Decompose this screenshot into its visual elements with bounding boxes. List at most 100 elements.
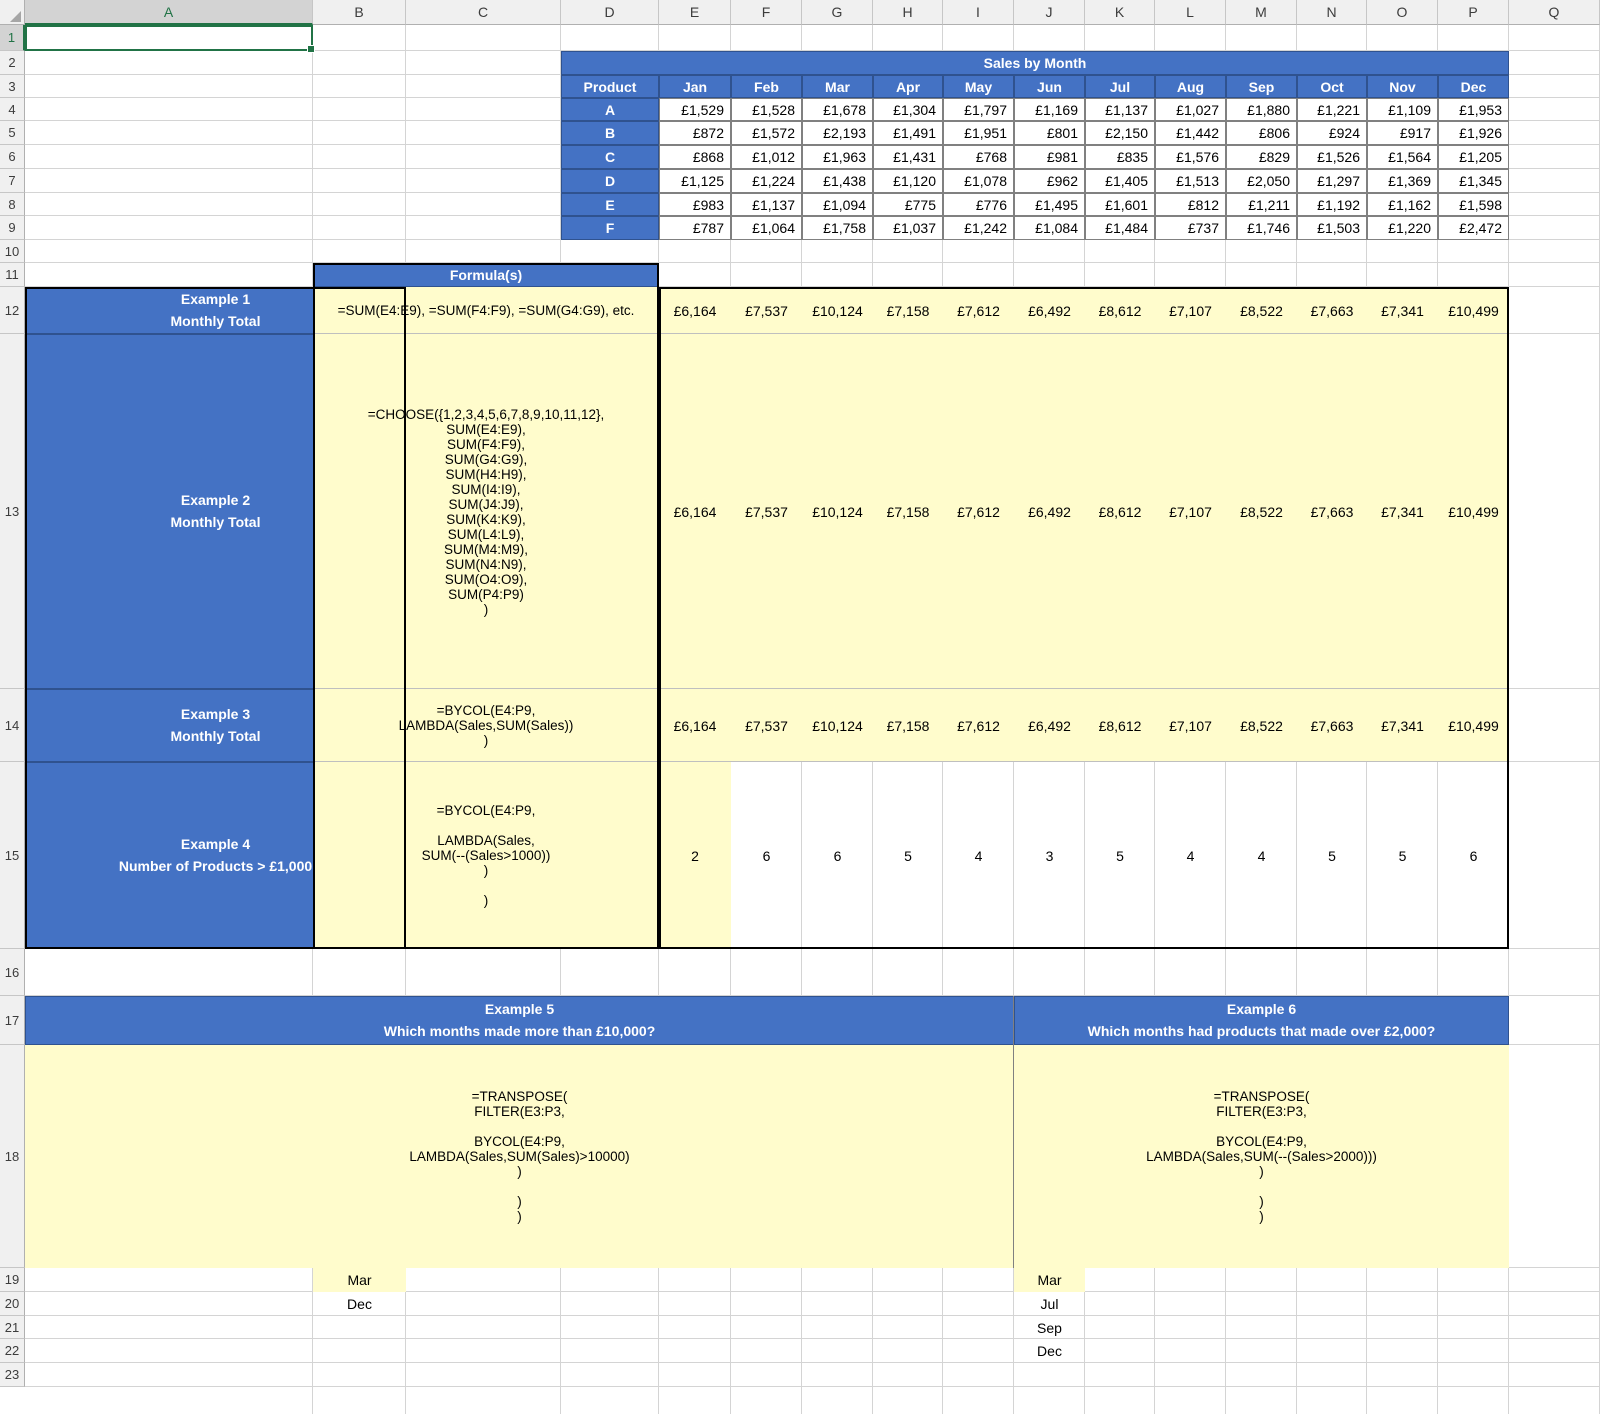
sales-cell[interactable]: £737 bbox=[1155, 216, 1226, 240]
sales-cell[interactable]: £1,572 bbox=[731, 121, 802, 145]
example-2-result[interactable]: £6,492 bbox=[1014, 334, 1085, 689]
sales-cell[interactable]: £1,221 bbox=[1297, 98, 1367, 121]
example-5-formula[interactable]: =TRANSPOSE( FILTER(E3:P3, BYCOL(E4:P9, L… bbox=[25, 1045, 1014, 1268]
sales-cell[interactable]: £1,297 bbox=[1297, 169, 1367, 193]
example-4-result[interactable]: 6 bbox=[802, 762, 873, 949]
sales-cell[interactable]: £1,169 bbox=[1014, 98, 1085, 121]
example-4-result[interactable]: 3 bbox=[1014, 762, 1085, 949]
example-4-result[interactable]: 4 bbox=[1226, 762, 1297, 949]
example-6-result[interactable]: Dec bbox=[1014, 1339, 1085, 1363]
sales-cell[interactable]: £1,242 bbox=[943, 216, 1014, 240]
spreadsheet-canvas[interactable]: ABCDEFGHIJKLMNOPQ12345678910111213141516… bbox=[0, 0, 1600, 1414]
select-all-corner[interactable] bbox=[0, 0, 25, 25]
example-4-result[interactable]: 6 bbox=[731, 762, 802, 949]
sales-cell[interactable]: £1,880 bbox=[1226, 98, 1297, 121]
sales-cell[interactable]: £776 bbox=[943, 193, 1014, 216]
sales-cell[interactable]: £806 bbox=[1226, 121, 1297, 145]
example-2-result[interactable]: £7,612 bbox=[943, 334, 1014, 689]
sales-cell[interactable]: £829 bbox=[1226, 145, 1297, 169]
sales-cell[interactable]: £1,963 bbox=[802, 145, 873, 169]
example-3-formula[interactable]: =BYCOL(E4:P9, LAMBDA(Sales,SUM(Sales)) ) bbox=[313, 689, 659, 762]
sales-cell[interactable]: £1,442 bbox=[1155, 121, 1226, 145]
example-3-result[interactable]: £8,522 bbox=[1226, 689, 1297, 762]
sales-cell[interactable]: £1,797 bbox=[943, 98, 1014, 121]
sales-cell[interactable]: £917 bbox=[1367, 121, 1438, 145]
example-3-result[interactable]: £10,499 bbox=[1438, 689, 1509, 762]
sales-cell[interactable]: £1,513 bbox=[1155, 169, 1226, 193]
example-3-result[interactable]: £7,341 bbox=[1367, 689, 1438, 762]
sales-cell[interactable]: £768 bbox=[943, 145, 1014, 169]
sales-cell[interactable]: £1,137 bbox=[1085, 98, 1155, 121]
sales-cell[interactable]: £1,109 bbox=[1367, 98, 1438, 121]
sales-cell[interactable]: £1,529 bbox=[659, 98, 731, 121]
sales-cell[interactable]: £2,193 bbox=[802, 121, 873, 145]
example-6-result[interactable]: Mar bbox=[1014, 1268, 1085, 1292]
example-3-result[interactable]: £7,663 bbox=[1297, 689, 1367, 762]
example-1-result[interactable]: £6,492 bbox=[1014, 287, 1085, 334]
sales-cell[interactable]: £2,050 bbox=[1226, 169, 1297, 193]
example-6-formula[interactable]: =TRANSPOSE( FILTER(E3:P3, BYCOL(E4:P9, L… bbox=[1014, 1045, 1509, 1268]
example-3-result[interactable]: £8,612 bbox=[1085, 689, 1155, 762]
example-2-result[interactable]: £6,164 bbox=[659, 334, 731, 689]
sales-cell[interactable]: £1,137 bbox=[731, 193, 802, 216]
sales-cell[interactable]: £1,951 bbox=[943, 121, 1014, 145]
example-4-formula[interactable]: =BYCOL(E4:P9, LAMBDA(Sales, SUM(--(Sales… bbox=[313, 762, 659, 949]
sales-cell[interactable]: £1,678 bbox=[802, 98, 873, 121]
example-4-result[interactable]: 5 bbox=[1085, 762, 1155, 949]
example-2-result[interactable]: £7,537 bbox=[731, 334, 802, 689]
sales-cell[interactable]: £1,528 bbox=[731, 98, 802, 121]
sales-cell[interactable]: £1,484 bbox=[1085, 216, 1155, 240]
example-2-result[interactable]: £8,612 bbox=[1085, 334, 1155, 689]
example-3-result[interactable]: £6,492 bbox=[1014, 689, 1085, 762]
sales-cell[interactable]: £1,526 bbox=[1297, 145, 1367, 169]
example-3-result[interactable]: £7,158 bbox=[873, 689, 943, 762]
sales-cell[interactable]: £1,953 bbox=[1438, 98, 1509, 121]
sales-cell[interactable]: £981 bbox=[1014, 145, 1085, 169]
example-6-result[interactable]: Sep bbox=[1014, 1316, 1085, 1339]
sales-cell[interactable]: £2,472 bbox=[1438, 216, 1509, 240]
example-1-result[interactable]: £8,612 bbox=[1085, 287, 1155, 334]
sales-cell[interactable]: £1,598 bbox=[1438, 193, 1509, 216]
sales-cell[interactable]: £1,495 bbox=[1014, 193, 1085, 216]
example-4-result[interactable]: 5 bbox=[873, 762, 943, 949]
sales-cell[interactable]: £868 bbox=[659, 145, 731, 169]
sales-cell[interactable]: £1,926 bbox=[1438, 121, 1509, 145]
example-5-result[interactable]: Dec bbox=[313, 1292, 406, 1316]
sales-cell[interactable]: £1,205 bbox=[1438, 145, 1509, 169]
sales-cell[interactable]: £983 bbox=[659, 193, 731, 216]
sales-cell[interactable]: £1,431 bbox=[873, 145, 943, 169]
example-4-result[interactable]: 5 bbox=[1367, 762, 1438, 949]
example-3-result[interactable]: £7,537 bbox=[731, 689, 802, 762]
example-4-result[interactable]: 2 bbox=[659, 762, 731, 949]
example-3-result[interactable]: £7,612 bbox=[943, 689, 1014, 762]
sales-cell[interactable]: £1,120 bbox=[873, 169, 943, 193]
example-1-result[interactable]: £10,499 bbox=[1438, 287, 1509, 334]
example-4-result[interactable]: 4 bbox=[1155, 762, 1226, 949]
sales-cell[interactable]: £1,369 bbox=[1367, 169, 1438, 193]
sales-cell[interactable]: £812 bbox=[1155, 193, 1226, 216]
sales-cell[interactable]: £801 bbox=[1014, 121, 1085, 145]
sales-cell[interactable]: £1,746 bbox=[1226, 216, 1297, 240]
sales-cell[interactable]: £1,027 bbox=[1155, 98, 1226, 121]
example-6-result[interactable]: Jul bbox=[1014, 1292, 1085, 1316]
example-2-formula[interactable]: =CHOOSE({1,2,3,4,5,6,7,8,9,10,11,12}, SU… bbox=[313, 334, 659, 689]
example-1-formula[interactable]: =SUM(E4:E9), =SUM(F4:F9), =SUM(G4:G9), e… bbox=[313, 287, 659, 334]
example-5-result[interactable]: Mar bbox=[313, 1268, 406, 1292]
sales-cell[interactable]: £1,438 bbox=[802, 169, 873, 193]
sales-cell[interactable]: £924 bbox=[1297, 121, 1367, 145]
sales-cell[interactable]: £1,211 bbox=[1226, 193, 1297, 216]
sales-cell[interactable]: £962 bbox=[1014, 169, 1085, 193]
example-1-result[interactable]: £7,107 bbox=[1155, 287, 1226, 334]
example-1-result[interactable]: £7,612 bbox=[943, 287, 1014, 334]
sales-cell[interactable]: £1,094 bbox=[802, 193, 873, 216]
sales-cell[interactable]: £1,012 bbox=[731, 145, 802, 169]
example-2-result[interactable]: £8,522 bbox=[1226, 334, 1297, 689]
example-1-result[interactable]: £7,158 bbox=[873, 287, 943, 334]
sales-cell[interactable]: £1,064 bbox=[731, 216, 802, 240]
sales-cell[interactable]: £1,224 bbox=[731, 169, 802, 193]
example-1-result[interactable]: £7,663 bbox=[1297, 287, 1367, 334]
sales-cell[interactable]: £775 bbox=[873, 193, 943, 216]
sales-cell[interactable]: £1,491 bbox=[873, 121, 943, 145]
sales-cell[interactable]: £1,601 bbox=[1085, 193, 1155, 216]
sales-cell[interactable]: £2,150 bbox=[1085, 121, 1155, 145]
